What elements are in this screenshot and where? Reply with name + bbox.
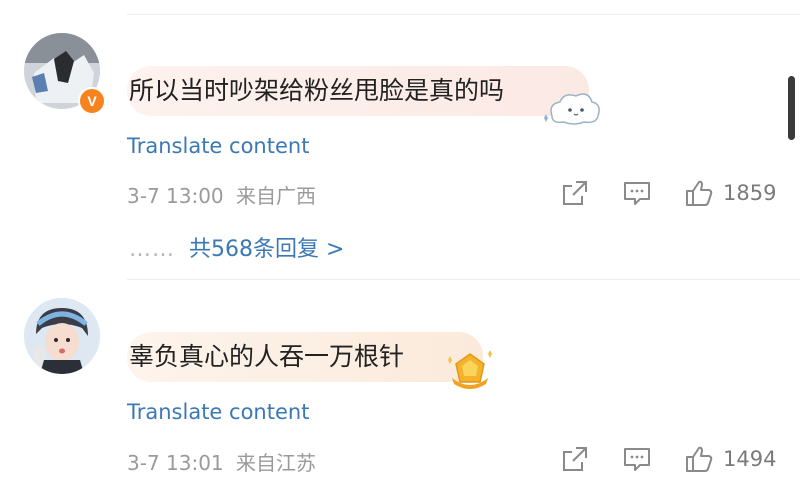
comment-date: 3-7 13:00 <box>127 184 224 208</box>
translate-link[interactable]: Translate content <box>127 400 309 424</box>
comment-divider <box>127 279 800 280</box>
scrollbar[interactable] <box>788 76 795 140</box>
verified-badge-label: V <box>87 93 97 109</box>
top-divider <box>127 14 800 15</box>
comment-text: 所以当时吵架给粉丝甩脸是真的吗 <box>129 76 505 105</box>
comment-bubble[interactable]: 辜负真心的人吞一万根针 <box>127 332 483 382</box>
sticker-medal-icon <box>448 350 492 389</box>
comment-bubble[interactable]: 所以当时吵架给粉丝甩脸是真的吗 <box>127 66 589 116</box>
like-icon[interactable] <box>684 178 714 208</box>
view-replies-link[interactable]: …… 共568条回复 > <box>129 231 344 263</box>
comment-icon[interactable] <box>622 178 652 208</box>
sticker-cloud-icon <box>544 93 600 125</box>
replies-label: 共568条回复 > <box>189 237 345 262</box>
like-count: 1494 <box>723 447 777 471</box>
share-icon[interactable] <box>560 444 590 474</box>
comment-date: 3-7 13:01 <box>127 451 224 475</box>
avatar[interactable] <box>24 298 100 374</box>
comment-meta: 3-7 13:00 来自广西 <box>127 180 316 209</box>
translate-link[interactable]: Translate content <box>127 134 309 158</box>
like-icon[interactable] <box>684 444 714 474</box>
comment-location: 来自广西 <box>236 184 317 208</box>
replies-dots: …… <box>129 237 175 262</box>
like-count: 1859 <box>723 181 777 205</box>
comment-text: 辜负真心的人吞一万根针 <box>129 342 405 371</box>
comment-meta: 3-7 13:01 来自江苏 <box>127 447 316 476</box>
comment-icon[interactable] <box>622 444 652 474</box>
avatar-image <box>24 298 100 374</box>
comment-location: 来自江苏 <box>236 451 317 475</box>
verified-badge: V <box>78 87 106 115</box>
share-icon[interactable] <box>560 178 590 208</box>
